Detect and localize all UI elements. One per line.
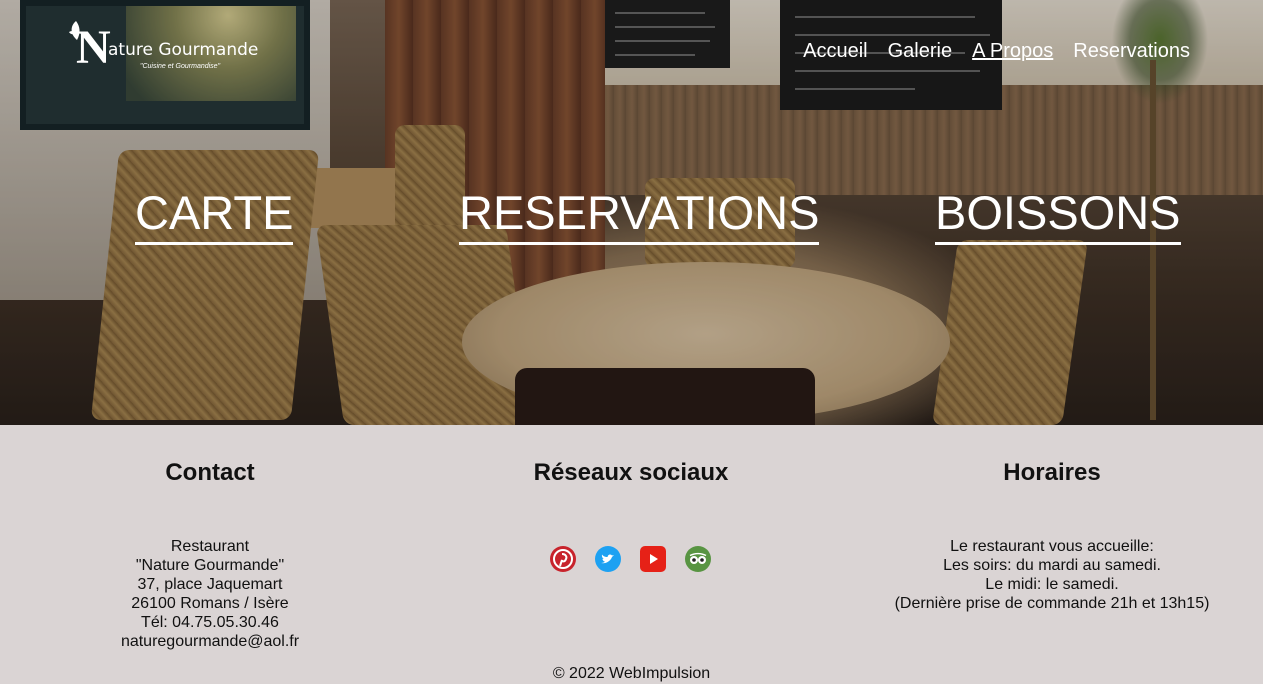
nav-item-reservations[interactable]: Reservations [1073, 38, 1190, 64]
copyright: © 2022 WebImpulsion [552, 665, 711, 682]
hours-line: Les soirs: du mardi au samedi. [943, 557, 1161, 574]
hours-details: Le restaurant vous accueille: Les soirs:… [880, 537, 1224, 613]
contact-line: Restaurant [170, 538, 250, 555]
tripadvisor-icon[interactable] [685, 546, 711, 572]
contact-section: Contact Restaurant "Nature Gourmande" 37… [60, 458, 360, 651]
logo[interactable]: N ature Gourmande "Cuisine et Gourmandis… [66, 20, 266, 80]
nav-item-galerie[interactable]: Galerie [888, 38, 952, 64]
contact-line: 26100 Romans / Isère [131, 595, 289, 612]
hours-line: (Dernière prise de commande 21h et 13h15… [894, 595, 1210, 612]
contact-details: Restaurant "Nature Gourmande" 37, place … [60, 537, 360, 651]
contact-phone: Tél: 04.75.05.30.46 [141, 614, 279, 631]
twitter-icon[interactable] [595, 546, 621, 572]
carte-link[interactable]: CARTE [135, 186, 294, 245]
social-section: Réseaux sociaux [480, 458, 782, 488]
logo-tagline: "Cuisine et Gourmandise" [140, 63, 221, 70]
logo-name: ature Gourmande [108, 40, 259, 60]
hours-section: Horaires Le restaurant vous accueille: L… [880, 458, 1224, 613]
contact-title: Contact [165, 459, 255, 486]
nav-item-a-propos[interactable]: A Propos [972, 38, 1053, 64]
hours-title: Horaires [1003, 459, 1101, 486]
nav-item-accueil[interactable]: Accueil [803, 38, 867, 64]
hours-line: Le restaurant vous accueille: [950, 538, 1154, 555]
contact-line: 37, place Jaquemart [137, 576, 283, 593]
logo-initial: N [76, 21, 111, 74]
social-title: Réseaux sociaux [533, 459, 729, 486]
main-nav: Accueil Galerie A Propos Reservations [803, 38, 1190, 64]
pinterest-icon[interactable] [550, 546, 576, 572]
contact-email: naturegourmande@aol.fr [120, 633, 300, 650]
social-icons [550, 546, 711, 572]
reservations-link[interactable]: RESERVATIONS [459, 186, 820, 245]
hours-line: Le midi: le samedi. [985, 576, 1119, 593]
contact-line: "Nature Gourmande" [135, 557, 285, 574]
boissons-link[interactable]: BOISSONS [935, 186, 1181, 245]
youtube-icon[interactable] [640, 546, 666, 572]
